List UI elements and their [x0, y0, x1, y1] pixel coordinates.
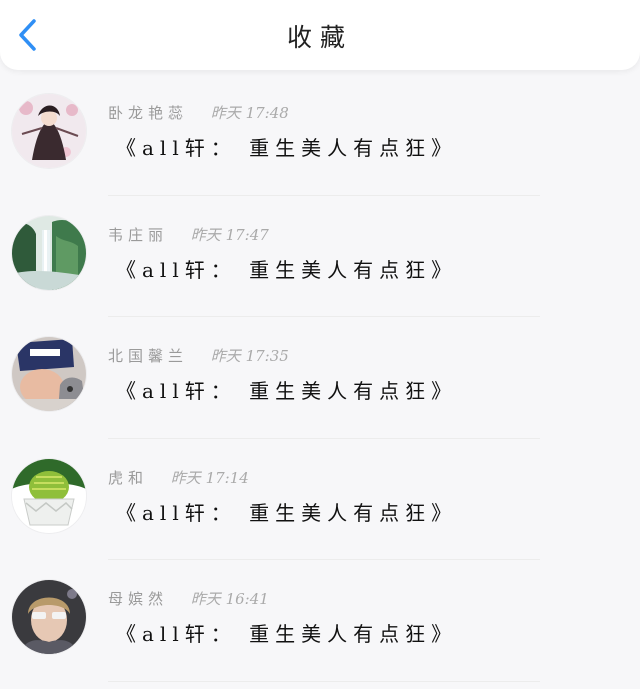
item-meta: 北国馨兰 昨天 17:35: [108, 345, 289, 366]
avatar[interactable]: [12, 215, 86, 290]
favorite-text: 《all轩： 重生美人有点狂》: [116, 257, 458, 282]
user-name: 北国馨兰: [108, 347, 189, 365]
timestamp: 昨天 17:14: [170, 468, 249, 487]
list-item[interactable]: 卧龙艳蕊 昨天 17:48 《all轩： 重生美人有点狂》: [0, 74, 640, 196]
timestamp: 昨天 16:41: [190, 590, 269, 608]
item-meta: 虎和 昨天 17:14: [108, 467, 249, 488]
avatar-image: [12, 337, 86, 411]
favorites-list: 卧龙艳蕊 昨天 17:48 《all轩： 重生美人有点狂》 韦庄丽 昨天 17:…: [0, 74, 640, 682]
favorite-text: 《all轩： 重生美人有点狂》: [116, 622, 458, 646]
favorite-text: 《all轩： 重生美人有点狂》: [116, 500, 458, 525]
avatar[interactable]: [12, 458, 86, 533]
avatar-image: [12, 580, 86, 654]
page-title: 收藏: [286, 23, 353, 52]
favorite-text: 《all轩： 重生美人有点狂》: [116, 136, 458, 160]
list-item[interactable]: 北国馨兰 昨天 17:35 《all轩： 重生美人有点狂》: [0, 317, 640, 439]
item-meta: 母嫔然 昨天 16:41: [108, 588, 269, 609]
favorite-text: 《all轩： 重生美人有点狂》: [116, 379, 458, 403]
list-item[interactable]: 母嫔然 昨天 16:41 《all轩： 重生美人有点狂》: [0, 560, 640, 682]
timestamp: 昨天 17:47: [190, 225, 269, 244]
timestamp: 昨天 17:35: [210, 347, 289, 365]
divider: [108, 680, 540, 682]
avatar-image: [12, 215, 86, 290]
avatar-image: [12, 94, 86, 168]
list-item[interactable]: 虎和 昨天 17:14 《all轩： 重生美人有点狂》: [0, 439, 640, 560]
list-item[interactable]: 韦庄丽 昨天 17:47 《all轩： 重生美人有点狂》: [0, 196, 640, 317]
user-name: 卧龙艳蕊: [108, 104, 189, 122]
avatar[interactable]: [12, 580, 86, 654]
user-name: 韦庄丽: [108, 225, 169, 244]
user-name: 母嫔然: [108, 590, 169, 608]
item-meta: 韦庄丽 昨天 17:47: [108, 224, 269, 245]
top-bar: 收藏: [0, 0, 640, 70]
avatar[interactable]: [12, 94, 86, 168]
item-meta: 卧龙艳蕊 昨天 17:48: [108, 102, 289, 123]
user-name: 虎和: [108, 468, 149, 487]
avatar-image: [12, 458, 86, 533]
avatar[interactable]: [12, 337, 86, 411]
timestamp: 昨天 17:48: [210, 104, 289, 122]
